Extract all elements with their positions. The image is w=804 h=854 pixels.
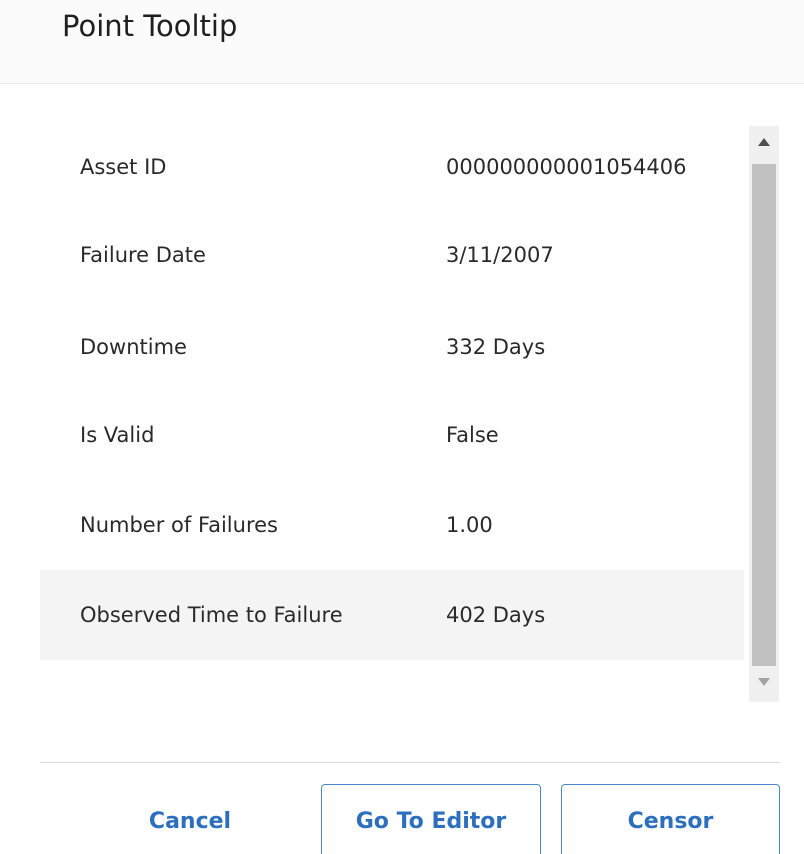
point-tooltip-dialog: Point Tooltip Asset ID 00000000000105440… bbox=[0, 0, 804, 854]
row-value: 1.00 bbox=[446, 513, 493, 537]
row-value: False bbox=[446, 423, 499, 447]
scroll-up-arrow-icon[interactable] bbox=[749, 126, 779, 162]
detail-row-observed-time-to-failure: Observed Time to Failure 402 Days bbox=[40, 570, 744, 660]
detail-row-failure-date: Failure Date 3/11/2007 bbox=[40, 210, 744, 300]
footer-divider bbox=[40, 762, 780, 763]
row-label: Asset ID bbox=[80, 155, 167, 179]
detail-row-downtime: Downtime 332 Days bbox=[40, 302, 744, 392]
dialog-title: Point Tooltip bbox=[62, 9, 238, 43]
scrollbar-thumb[interactable] bbox=[752, 164, 776, 666]
scroll-down-arrow-icon[interactable] bbox=[749, 666, 779, 702]
row-label: Observed Time to Failure bbox=[80, 603, 343, 627]
detail-row-number-of-failures: Number of Failures 1.00 bbox=[40, 480, 744, 570]
row-label: Is Valid bbox=[80, 423, 155, 447]
row-value: 332 Days bbox=[446, 335, 546, 359]
tooltip-details: Asset ID 000000000001054406 Failure Date… bbox=[40, 122, 748, 702]
row-label: Number of Failures bbox=[80, 513, 278, 537]
go-to-editor-button[interactable]: Go To Editor bbox=[321, 784, 541, 854]
cancel-button[interactable]: Cancel bbox=[100, 784, 280, 854]
row-value: 402 Days bbox=[446, 603, 546, 627]
row-label: Downtime bbox=[80, 335, 187, 359]
censor-button[interactable]: Censor bbox=[561, 784, 780, 854]
row-value: 3/11/2007 bbox=[446, 243, 554, 267]
row-label: Failure Date bbox=[80, 243, 206, 267]
detail-row-is-valid: Is Valid False bbox=[40, 390, 744, 480]
row-value: 000000000001054406 bbox=[446, 155, 687, 179]
dialog-header: Point Tooltip bbox=[0, 0, 804, 84]
vertical-scrollbar[interactable] bbox=[749, 126, 779, 702]
detail-row-asset-id: Asset ID 000000000001054406 bbox=[40, 122, 744, 212]
